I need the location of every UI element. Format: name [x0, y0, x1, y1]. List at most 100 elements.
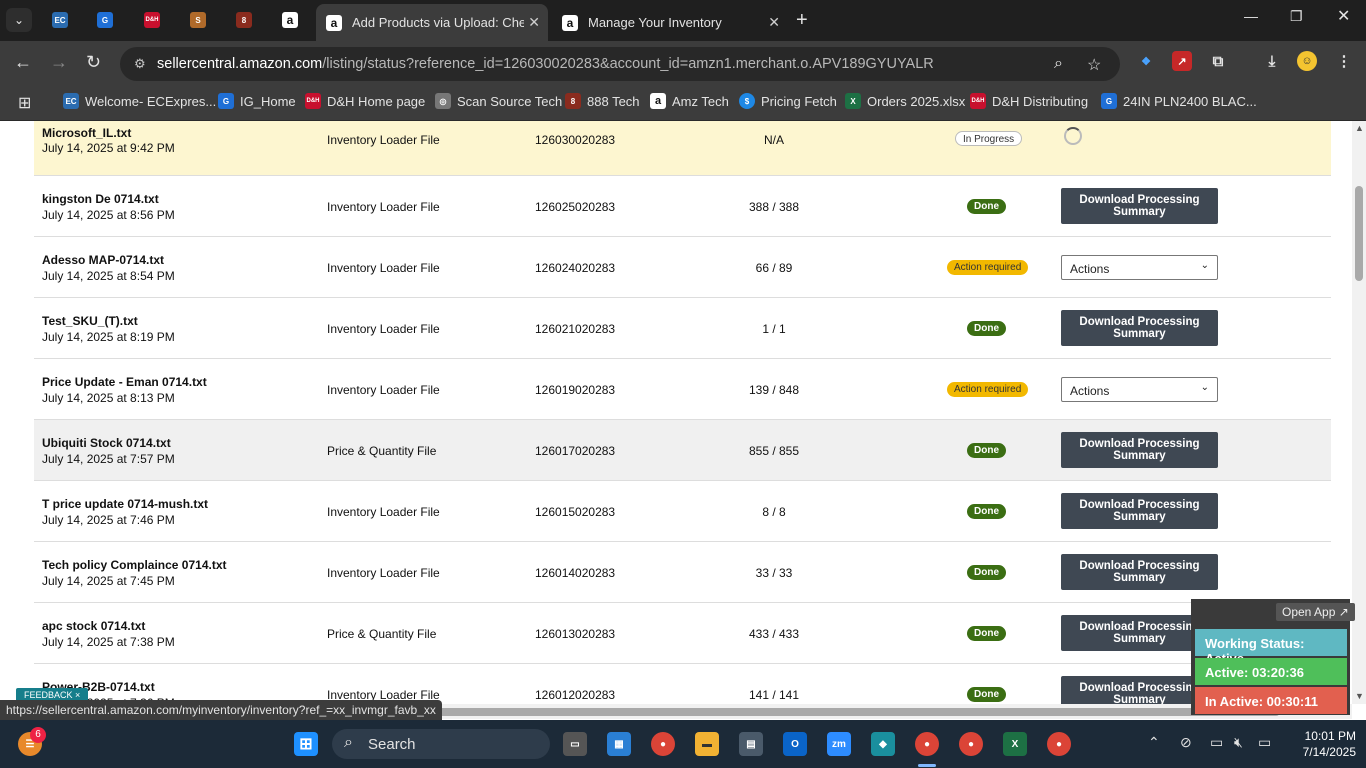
upload-status-page: Microsoft_IL.txt July 14, 2025 at 9:42 P… — [0, 121, 1352, 704]
scrollbar-thumb[interactable] — [1355, 186, 1363, 281]
actions-dropdown[interactable]: Actions ⌄ — [1061, 255, 1218, 280]
windows-start-icon[interactable]: ⊞ — [294, 732, 318, 756]
chrome-profile-icon[interactable]: ● — [1047, 732, 1071, 756]
amazon-icon: a — [326, 14, 342, 31]
extensions-puzzle-icon[interactable]: ⧉ — [1208, 51, 1228, 71]
chrome-profile-icon[interactable]: ● — [915, 732, 939, 756]
app-diamond-icon[interactable]: ◆ — [871, 732, 895, 756]
download-processing-summary-button[interactable]: Download Processing Summary — [1061, 188, 1218, 224]
link-status-bubble: https://sellercentral.amazon.com/myinven… — [0, 700, 442, 720]
download-processing-summary-button[interactable]: Download Processing Summary — [1061, 493, 1218, 529]
active-app-indicator — [918, 764, 936, 767]
bookmark-item[interactable]: D&H D&H Distributing — [970, 93, 1088, 109]
address-bar[interactable]: ⚙ sellercentral.amazon.com/listing/statu… — [120, 47, 1120, 81]
close-icon[interactable]: ✕ — [528, 14, 540, 31]
pinned-tab-888[interactable]: 8 — [230, 8, 258, 32]
record-count: N/A — [763, 133, 784, 147]
open-app-button[interactable]: Open App ↗ — [1276, 603, 1355, 621]
tab-title: Add Products via Upload: Check — [352, 15, 524, 30]
pinned-tab-ig[interactable]: G — [91, 8, 119, 32]
tray-chevron-up-icon[interactable]: ⌃ — [1148, 734, 1160, 751]
download-processing-summary-button[interactable]: Download Processing Summary — [1061, 310, 1218, 346]
outlook-icon[interactable]: O — [783, 732, 807, 756]
scroll-up-arrow-icon[interactable]: ▲ — [1355, 123, 1364, 133]
inactive-timer: In Active: 00:30:11 — [1195, 687, 1347, 714]
scroll-down-arrow-icon[interactable]: ▼ — [1355, 691, 1364, 701]
bookmark-item[interactable]: EC Welcome- ECExpres... — [63, 93, 216, 109]
bookmark-item[interactable]: X Orders 2025.xlsx — [845, 93, 965, 109]
batch-id: 126025020283 — [535, 200, 616, 214]
clock[interactable]: 10:01 PM 7/14/2025 — [1288, 728, 1356, 760]
close-icon[interactable]: ✕ — [768, 14, 780, 31]
extension-arrow-icon[interactable]: ↗ — [1172, 51, 1192, 71]
site-info-icon[interactable]: ⚙ — [134, 56, 146, 72]
file-name: Price Update - Eman 0714.txt — [42, 375, 207, 389]
tab-manage-inventory[interactable]: a Manage Your Inventory ✕ — [552, 4, 788, 41]
volume-muted-icon[interactable]: 🔇︎ — [1234, 734, 1243, 751]
status-badge: Done — [967, 687, 1006, 702]
bookmark-item[interactable]: ◎ Scan Source Tech — [435, 93, 562, 109]
bookmark-item[interactable]: D&H D&H Home page — [305, 93, 425, 109]
file-explorer-icon[interactable]: ▬ — [695, 732, 719, 756]
status-badge: Done — [967, 199, 1006, 214]
file-name: Test_SKU_(T).txt — [42, 314, 138, 328]
chrome-profile-icon[interactable]: ● — [959, 732, 983, 756]
pinned-tab-amazon[interactable]: a — [276, 8, 304, 32]
bookmark-item[interactable]: G IG_Home — [218, 93, 296, 109]
record-count: 33 / 33 — [755, 566, 793, 580]
minimize-icon[interactable]: — — [1244, 8, 1258, 24]
file-date: July 14, 2025 at 7:46 PM — [42, 513, 175, 527]
store-icon[interactable]: ▦ — [607, 732, 631, 756]
file-name: Adesso MAP-0714.txt — [42, 253, 165, 267]
bookmark-item[interactable]: $ Pricing Fetch — [739, 93, 837, 109]
bookmark-item[interactable]: G 24IN PLN2400 BLAC... — [1101, 93, 1257, 109]
windows-taskbar: ☰ 6 ⊞ ⌕ Search ▭ ▦ ● ▬ ▤ O zm ◆ ● ● X ● … — [0, 720, 1366, 768]
maximize-icon[interactable]: ❐ — [1290, 8, 1303, 25]
pinned-tab-ecexpress[interactable]: EC — [46, 8, 74, 32]
pinned-tab-scansource[interactable]: S — [184, 8, 212, 32]
task-view-icon[interactable]: ▭ — [563, 732, 587, 756]
globe-icon: ◎ — [435, 93, 451, 109]
network-icon[interactable]: ⊘ — [1180, 734, 1192, 751]
bookmark-item[interactable]: 8 888 Tech — [565, 93, 640, 109]
amazon-icon: a — [282, 12, 298, 28]
table-row: Adesso MAP-0714.txt July 14, 2025 at 8:5… — [34, 237, 1331, 298]
display-icon[interactable]: ▭ — [1210, 734, 1223, 751]
loading-spinner-icon — [1064, 127, 1082, 145]
bookmark-star-icon[interactable]: ☆ — [1087, 55, 1101, 75]
menu-kebab-icon[interactable]: ⋮ — [1334, 51, 1354, 71]
download-processing-summary-button[interactable]: Download Processing Summary — [1061, 554, 1218, 590]
batch-id: 126030020283 — [535, 133, 616, 147]
reload-icon[interactable]: ↻ — [86, 52, 101, 73]
download-icon[interactable]: ⤓ — [1262, 51, 1282, 71]
zoom-icon[interactable]: zm — [827, 732, 851, 756]
file-name: Ubiquiti Stock 0714.txt — [42, 436, 171, 450]
notification-badge: 6 — [30, 727, 46, 743]
status-badge: Action required — [947, 260, 1029, 275]
apps-grid-icon[interactable]: ⊞ — [18, 93, 31, 113]
active-timer: Active: 03:20:36 — [1195, 658, 1347, 685]
actions-dropdown[interactable]: Actions ⌄ — [1061, 377, 1218, 402]
pinned-tab-dh[interactable]: D&H — [138, 8, 166, 32]
status-badge: Done — [967, 626, 1006, 641]
dollar-icon: $ — [739, 93, 755, 109]
tab-add-products[interactable]: a Add Products via Upload: Check ✕ — [316, 4, 548, 41]
calculator-icon[interactable]: ▤ — [739, 732, 763, 756]
taskbar-search[interactable]: ⌕ Search — [332, 729, 550, 759]
profile-avatar[interactable]: ☺ — [1297, 51, 1317, 71]
forward-arrow-icon[interactable]: → — [50, 52, 68, 73]
download-processing-summary-button[interactable]: Download Processing Summary — [1061, 432, 1218, 468]
excel-icon[interactable]: X — [1003, 732, 1027, 756]
table-row: Microsoft_IL.txt July 14, 2025 at 9:42 P… — [34, 121, 1331, 176]
tab-search-chevron-icon[interactable]: ⌄ — [6, 8, 32, 32]
file-name: apc stock 0714.txt — [42, 619, 146, 633]
scrollbar-thumb[interactable] — [420, 708, 1280, 716]
extension-dropbox-icon[interactable]: ❖ — [1136, 51, 1156, 71]
zoom-search-icon[interactable]: ⌕ — [1054, 55, 1063, 73]
back-arrow-icon[interactable]: ← — [14, 52, 32, 73]
new-tab-plus-icon[interactable]: + — [796, 9, 808, 32]
close-window-icon[interactable]: ✕ — [1337, 6, 1350, 26]
chrome-icon[interactable]: ● — [651, 732, 675, 756]
bookmark-item[interactable]: a Amz Tech — [650, 93, 729, 109]
battery-icon[interactable]: ▭ — [1258, 734, 1271, 751]
